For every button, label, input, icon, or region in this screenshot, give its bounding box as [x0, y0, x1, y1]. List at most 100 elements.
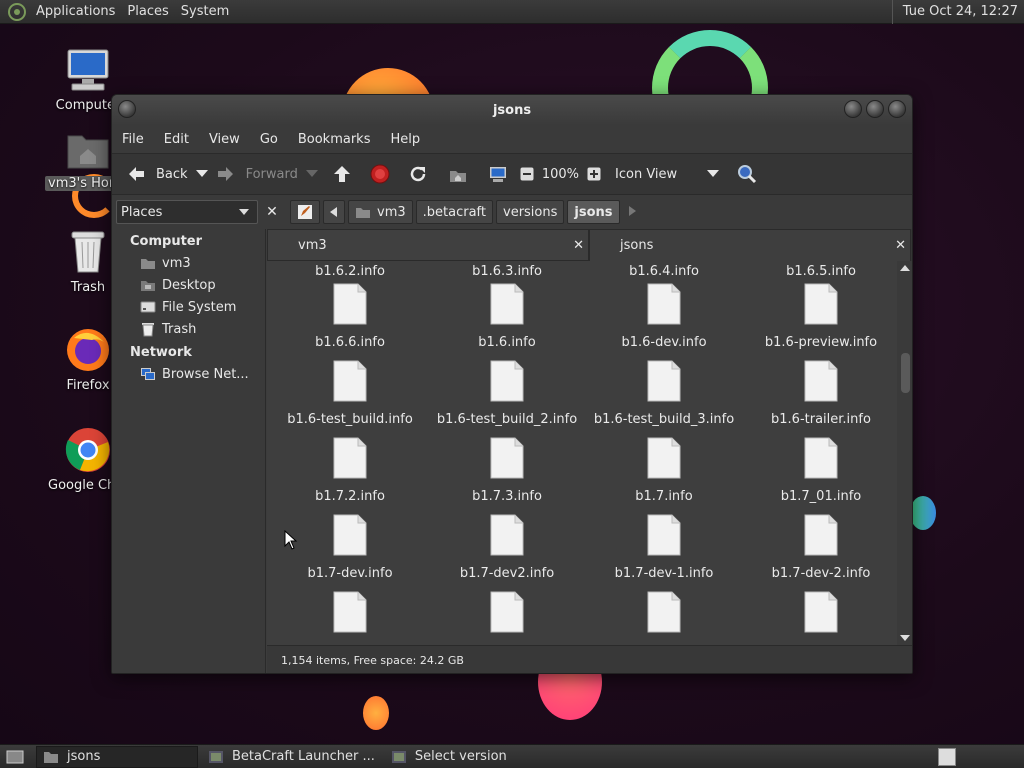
taskbar-item-select-version[interactable]: Select version — [385, 746, 513, 768]
file-item[interactable]: b1.6-trailer.info — [743, 360, 897, 427]
decor-blue-green — [910, 496, 936, 530]
sidebar-item-trash[interactable]: Trash — [112, 318, 265, 340]
file-item[interactable]: b1.7.3.info — [429, 437, 585, 504]
sidebar-type-select[interactable]: Places — [116, 200, 258, 224]
close-tab-icon[interactable]: ✕ — [895, 238, 906, 253]
zoom-in-icon — [587, 167, 601, 181]
breadcrumb-betacraft[interactable]: .betacraft — [415, 200, 493, 224]
sidebar-item-browse-network[interactable]: Browse Net... — [112, 363, 265, 385]
zoom-in-button[interactable] — [583, 158, 605, 190]
system-menu[interactable]: System — [177, 4, 237, 19]
file-item[interactable]: b1.6-preview.info — [743, 283, 897, 350]
scroll-down-icon[interactable] — [900, 635, 910, 641]
vertical-scrollbar[interactable] — [897, 261, 912, 645]
home-icon — [356, 208, 370, 218]
zoom-out-icon — [520, 167, 534, 181]
window-menu-button[interactable] — [118, 100, 136, 118]
file-item[interactable] — [272, 591, 428, 643]
menu-file[interactable]: File — [112, 132, 154, 147]
status-bar: 1,154 items, Free space: 24.2 GB — [267, 645, 912, 673]
up-arrow-icon — [333, 166, 350, 182]
taskbar-item-jsons[interactable]: jsons — [36, 745, 198, 768]
close-sidebar-button[interactable]: ✕ — [262, 202, 282, 222]
menu-help[interactable]: Help — [380, 132, 430, 147]
back-history-dropdown[interactable] — [192, 158, 212, 190]
minimize-button[interactable] — [844, 100, 862, 118]
document-icon — [804, 283, 838, 325]
workspace-switcher[interactable] — [938, 748, 956, 766]
forward-history-dropdown[interactable] — [302, 158, 322, 190]
back-button[interactable]: Back — [122, 158, 192, 190]
document-icon — [490, 437, 524, 479]
file-item[interactable]: b1.6.2.info — [272, 261, 428, 279]
sidebar-item-file-system[interactable]: File System — [112, 296, 265, 318]
file-item[interactable] — [743, 591, 897, 643]
clock[interactable]: Tue Oct 24, 12:27 — [891, 0, 1024, 24]
file-item[interactable]: b1.6-test_build_3.info — [586, 360, 742, 427]
file-item[interactable]: b1.7.info — [586, 437, 742, 504]
close-button[interactable] — [888, 100, 906, 118]
toggle-location-entry-button[interactable] — [290, 200, 320, 224]
scroll-up-icon[interactable] — [900, 265, 910, 271]
scrollbar-thumb[interactable] — [901, 353, 910, 393]
up-button[interactable] — [328, 158, 356, 190]
menu-go[interactable]: Go — [250, 132, 288, 147]
applications-menu[interactable]: Applications — [32, 4, 123, 19]
breadcrumb-versions[interactable]: versions — [496, 200, 565, 224]
document-icon — [647, 283, 681, 325]
betacraft-icon — [391, 750, 406, 763]
window-titlebar[interactable]: jsons — [112, 95, 912, 125]
sidebar-item-desktop[interactable]: Desktop — [112, 274, 265, 296]
zoom-out-button[interactable] — [516, 158, 538, 190]
menu-edit[interactable]: Edit — [154, 132, 199, 147]
file-item[interactable]: b1.6-test_build.info — [272, 360, 428, 427]
file-item[interactable]: b1.7-dev-2.info — [743, 514, 897, 581]
file-item[interactable]: b1.6-test_build_2.info — [429, 360, 585, 427]
document-icon — [804, 591, 838, 633]
menu-bookmarks[interactable]: Bookmarks — [288, 132, 381, 147]
document-icon — [647, 437, 681, 479]
breadcrumb: vm3 .betacraft versions jsons — [290, 200, 637, 224]
view-mode-select[interactable]: Icon View — [611, 158, 723, 190]
file-item[interactable]: b1.7-dev2.info — [429, 514, 585, 581]
file-item[interactable]: b1.7-dev-1.info — [586, 514, 742, 581]
document-icon — [490, 360, 524, 402]
show-desktop-icon — [6, 750, 24, 763]
file-item[interactable]: b1.6.4.info — [586, 261, 742, 279]
show-desktop-button[interactable] — [4, 747, 26, 767]
breadcrumb-scroll-left[interactable] — [323, 200, 345, 224]
document-icon — [647, 591, 681, 633]
file-item[interactable]: b1.6.3.info — [429, 261, 585, 279]
computer-button[interactable] — [484, 158, 512, 190]
tab-jsons[interactable]: jsons ✕ — [589, 229, 911, 261]
file-item[interactable] — [586, 591, 742, 643]
tab-vm3[interactable]: vm3 ✕ — [267, 229, 589, 261]
breadcrumb-jsons[interactable]: jsons — [567, 200, 620, 224]
distro-logo-icon[interactable] — [8, 2, 26, 21]
sidebar-item-vm3[interactable]: vm3 — [112, 252, 265, 274]
stop-button[interactable] — [366, 158, 394, 190]
trash-icon — [142, 323, 154, 337]
file-item[interactable]: b1.6-dev.info — [586, 283, 742, 350]
document-icon — [647, 514, 681, 556]
file-item[interactable]: b1.6.info — [429, 283, 585, 350]
document-icon — [804, 514, 838, 556]
taskbar-item-betacraft[interactable]: BetaCraft Launcher ... — [202, 746, 381, 768]
breadcrumb-vm3[interactable]: vm3 — [348, 200, 413, 224]
forward-button[interactable]: Forward — [212, 158, 302, 190]
file-item[interactable]: b1.7.2.info — [272, 437, 428, 504]
file-item[interactable]: b1.7_01.info — [743, 437, 897, 504]
menu-view[interactable]: View — [199, 132, 250, 147]
zoom-level[interactable]: 100% — [538, 158, 583, 190]
search-button[interactable] — [733, 158, 761, 190]
breadcrumb-scroll-right[interactable] — [628, 205, 637, 220]
close-tab-icon[interactable]: ✕ — [573, 238, 584, 253]
reload-button[interactable] — [404, 158, 432, 190]
file-item[interactable]: b1.6.6.info — [272, 283, 428, 350]
home-button[interactable] — [444, 158, 472, 190]
maximize-button[interactable] — [866, 100, 884, 118]
file-item[interactable] — [429, 591, 585, 643]
file-item[interactable]: b1.6.5.info — [743, 261, 897, 279]
places-menu[interactable]: Places — [123, 4, 176, 19]
chrome-icon — [65, 428, 110, 472]
